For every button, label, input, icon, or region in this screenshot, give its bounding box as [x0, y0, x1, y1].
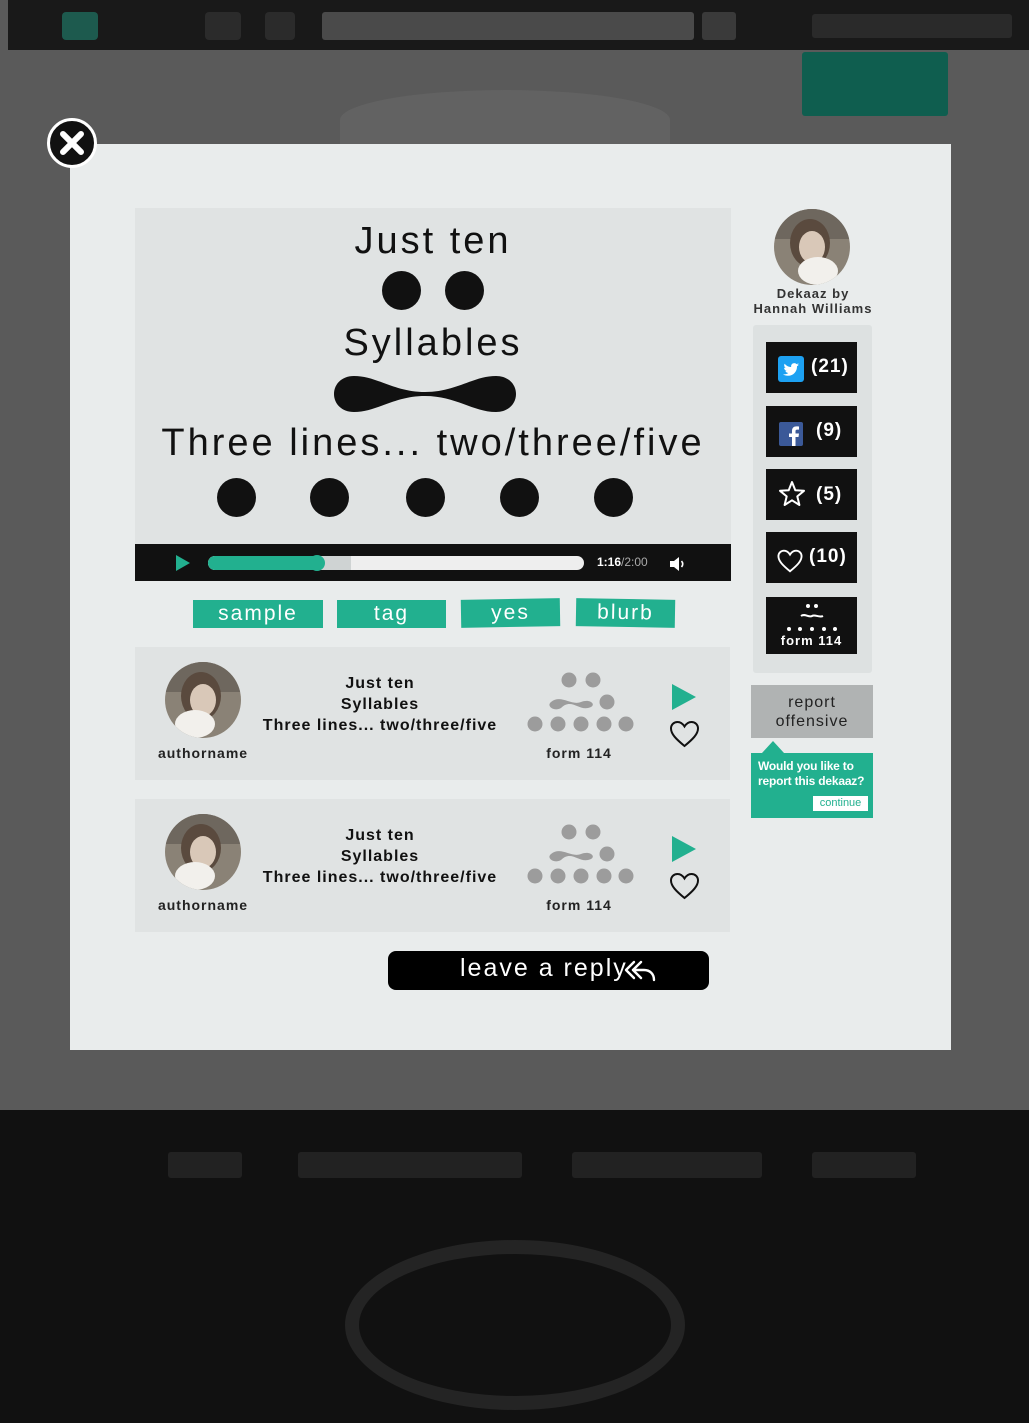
- background-footer-link: [572, 1152, 762, 1178]
- syllable-dot: [445, 271, 484, 310]
- heart-icon[interactable]: [669, 872, 700, 900]
- background-green-button: [802, 52, 948, 116]
- play-icon[interactable]: [670, 682, 698, 712]
- background-footer-link: [168, 1152, 242, 1178]
- report-question: Would you like to report this dekaaz?: [758, 759, 865, 788]
- star-count: (5): [816, 484, 843, 505]
- background-icon: [205, 12, 241, 40]
- heart-icon: [777, 549, 803, 573]
- twitter-count: (21): [811, 356, 849, 377]
- reply-form-label: form 114: [546, 745, 612, 761]
- background-search-input: [322, 12, 694, 40]
- author-avatar[interactable]: [774, 209, 850, 285]
- syllable-dot: [217, 478, 256, 517]
- avatar[interactable]: [165, 662, 241, 738]
- report-label-1: report: [788, 694, 836, 711]
- form-icon: [527, 672, 634, 732]
- time-display: 1:16/2:00: [597, 555, 648, 569]
- reply-poem: Just ten Syllables Three lines... two/th…: [250, 673, 510, 736]
- reply-poem: Just ten Syllables Three lines... two/th…: [250, 825, 510, 888]
- author-photo: [165, 662, 241, 738]
- facebook-share-button[interactable]: (9): [766, 406, 857, 457]
- form-icon: [527, 824, 634, 884]
- author-photo: [774, 209, 850, 285]
- like-button[interactable]: (10): [766, 532, 857, 583]
- reply-icon: [624, 960, 656, 982]
- background-footer-link: [812, 1152, 916, 1178]
- poem-line-1: Just ten: [354, 220, 512, 262]
- heart-icon[interactable]: [669, 720, 700, 748]
- play-icon[interactable]: [670, 834, 698, 864]
- report-continue-button[interactable]: continue: [813, 796, 868, 811]
- reply-line-2: Syllables: [340, 848, 420, 865]
- report-label-2: offensive: [775, 713, 849, 730]
- like-count: (10): [809, 546, 847, 567]
- favorite-button[interactable]: (5): [766, 469, 857, 520]
- current-time: 1:16: [597, 555, 622, 569]
- background-logo: [62, 12, 98, 40]
- reply-line-1: Just ten: [345, 827, 415, 844]
- form-button[interactable]: form 114: [766, 597, 857, 654]
- twitter-icon: [778, 356, 804, 382]
- reply-line-3: Three lines... two/three/five: [262, 717, 498, 734]
- progress-track[interactable]: [208, 556, 584, 570]
- reply-line-2: Syllables: [340, 696, 420, 713]
- poem-line-3: Three lines... two/three/five: [161, 422, 705, 464]
- close-icon: [60, 131, 84, 155]
- background-user-menu: [812, 14, 1012, 38]
- tag-sample[interactable]: sample: [193, 600, 323, 628]
- background-icon: [265, 12, 295, 40]
- report-offensive-button[interactable]: report offensive: [751, 685, 873, 738]
- report-tooltip: Would you like to report this dekaaz? co…: [751, 753, 873, 818]
- reply-line-3: Three lines... two/three/five: [262, 869, 498, 886]
- background-title: [340, 90, 670, 150]
- syllable-dot: [382, 271, 421, 310]
- progress-fill: [208, 556, 318, 570]
- form-label: form 114: [780, 633, 843, 648]
- tag-tag[interactable]: tag: [337, 600, 446, 628]
- poem-line-2: Syllables: [343, 322, 523, 364]
- background-footer-link: [298, 1152, 522, 1178]
- close-button[interactable]: [47, 118, 97, 168]
- reply-line-1: Just ten: [345, 675, 415, 692]
- leave-reply-button[interactable]: leave a reply: [388, 951, 709, 990]
- star-icon: [779, 481, 805, 506]
- progress-thumb[interactable]: [309, 555, 326, 571]
- syllable-dot: [594, 478, 633, 517]
- avatar[interactable]: [165, 814, 241, 890]
- facebook-icon: [779, 422, 803, 446]
- reply-author[interactable]: authorname: [148, 745, 258, 761]
- reply-form-label: form 114: [546, 897, 612, 913]
- report-tooltip-arrow: [762, 741, 784, 753]
- total-time: /2:00: [621, 555, 648, 569]
- syllable-dot: [310, 478, 349, 517]
- form-icon: [787, 604, 837, 631]
- syllable-dot: [406, 478, 445, 517]
- author-line-1: Dekaaz by: [776, 286, 850, 301]
- play-icon[interactable]: [175, 554, 191, 572]
- background-footer-logo: [345, 1240, 685, 1410]
- reply-author[interactable]: authorname: [148, 897, 258, 913]
- background-search-button: [702, 12, 736, 40]
- syllable-wave: [334, 376, 516, 412]
- volume-icon[interactable]: [669, 556, 687, 572]
- syllable-dot: [500, 478, 539, 517]
- dekaaz-author[interactable]: Dekaaz by Hannah Williams: [743, 286, 883, 316]
- author-name: Hannah Williams: [753, 301, 873, 316]
- tag-blurb[interactable]: blurb: [575, 598, 676, 628]
- tag-yes[interactable]: yes: [460, 598, 561, 628]
- author-photo: [165, 814, 241, 890]
- twitter-share-button[interactable]: (21): [766, 342, 857, 393]
- facebook-count: (9): [816, 420, 843, 441]
- leave-reply-label: leave a reply: [460, 954, 628, 982]
